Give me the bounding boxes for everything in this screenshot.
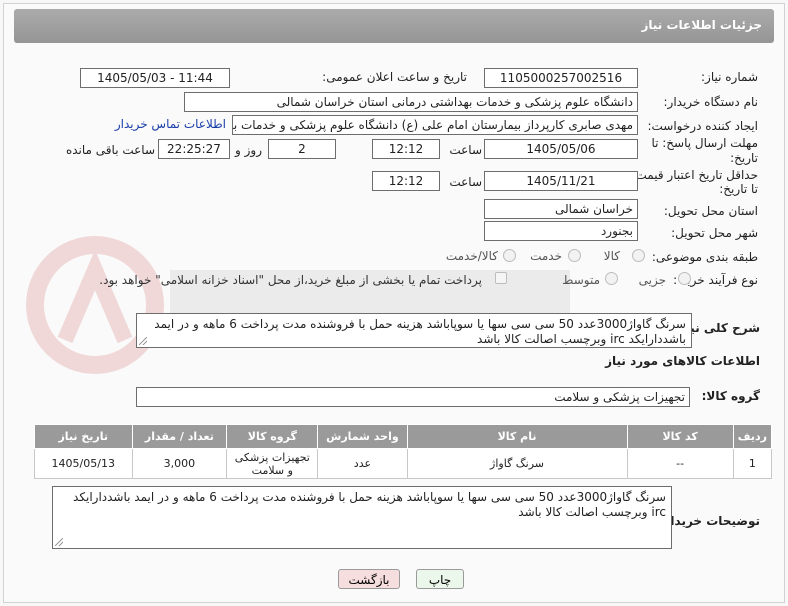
- price-time-field[interactable]: 12:12: [372, 171, 440, 191]
- buyer-org-field[interactable]: دانشگاه علوم پزشکی و خدمات بهداشتی درمان…: [184, 92, 638, 112]
- price-date-field[interactable]: 1405/11/21: [484, 171, 638, 191]
- back-button[interactable]: بازگشت: [338, 569, 400, 589]
- category-radio-goods[interactable]: [632, 249, 645, 262]
- announce-field[interactable]: 1405/05/03 - 11:44: [80, 68, 230, 88]
- resize-handle[interactable]: [139, 337, 147, 345]
- remaining-label: ساعت باقی مانده: [65, 143, 155, 157]
- buyer-notes-label: توضیحات خریدار:: [658, 514, 760, 528]
- deadline-label-date: تاریخ:: [730, 151, 758, 165]
- goods-group-field[interactable]: تجهیزات پزشکی و سلامت: [136, 387, 690, 407]
- col-row: ردیف: [732, 424, 773, 449]
- resize-handle[interactable]: [55, 538, 63, 546]
- province-label: استان محل تحویل:: [663, 204, 758, 218]
- price-time-label: ساعت: [449, 175, 482, 189]
- cell-code: --: [626, 448, 734, 479]
- cell-row: 1: [732, 448, 773, 479]
- print-button[interactable]: چاپ: [416, 569, 464, 589]
- process-option-medium: متوسط: [562, 273, 600, 287]
- price-validity-label-date: تا تاریخ:: [719, 182, 758, 196]
- category-radio-service[interactable]: [568, 249, 581, 262]
- treasury-checkbox[interactable]: [495, 272, 507, 284]
- deadline-time-label: ساعت: [449, 143, 482, 157]
- cell-date: 1405/05/13: [34, 448, 133, 479]
- contact-buyer-link[interactable]: اطلاعات تماس خریدار: [115, 117, 226, 131]
- need-number-field[interactable]: 1105000257002516: [484, 68, 638, 88]
- process-radio-minor[interactable]: [678, 272, 691, 285]
- city-field[interactable]: بجنورد: [484, 221, 638, 241]
- deadline-date-field[interactable]: 1405/05/06: [484, 139, 638, 159]
- payment-note: پرداخت تمام یا بخشی از مبلغ خرید،از محل …: [99, 273, 482, 287]
- goods-group-label: گروه کالا:: [701, 389, 760, 403]
- cell-unit: عدد: [317, 448, 408, 479]
- description-field[interactable]: سرنگ گاواژ3000عدد 50 سی سی سها یا سوپابا…: [136, 313, 692, 348]
- price-validity-label: حداقل تاریخ اعتبار قیمت:: [631, 168, 758, 182]
- table-header-row: ردیف کد کالا نام کالا واحد شمارش گروه کا…: [34, 424, 773, 449]
- announce-label: تاریخ و ساعت اعلان عمومی:: [322, 70, 467, 84]
- header-bar: جزئیات اطلاعات نیاز: [14, 9, 774, 43]
- buyer-notes-text: سرنگ گاواژ3000عدد 50 سی سی سها یا سوپابا…: [73, 490, 666, 519]
- buyer-org-label: نام دستگاه خریدار:: [663, 95, 759, 109]
- category-radio-both[interactable]: [503, 249, 516, 262]
- category-option-service: خدمت: [530, 249, 562, 263]
- city-label: شهر محل تحویل:: [671, 226, 758, 240]
- table-row[interactable]: 1 -- سرنگ گاواژ عدد تجهیزات پزشکی و سلام…: [34, 448, 773, 479]
- category-option-goods: کالا: [603, 249, 620, 263]
- process-option-minor: جزیی: [638, 273, 666, 287]
- deadline-time-field[interactable]: 12:12: [372, 139, 440, 159]
- cell-qty: 3,000: [131, 448, 228, 479]
- remaining-time-field[interactable]: 22:25:27: [158, 139, 230, 159]
- creator-field[interactable]: مهدی صابری کارپرداز بیمارستان امام علی (…: [232, 115, 638, 135]
- province-field[interactable]: خراسان شمالی: [484, 199, 638, 219]
- goods-section-title: اطلاعات کالاهای مورد نیاز: [605, 354, 760, 368]
- creator-label: ایجاد کننده درخواست:: [647, 119, 758, 133]
- col-unit: واحد شمارش: [317, 424, 408, 449]
- cell-name: سرنگ گاواژ: [406, 448, 628, 479]
- category-option-both: کالا/خدمت: [445, 249, 498, 263]
- description-text: سرنگ گاواژ3000عدد 50 سی سی سها یا سوپابا…: [154, 317, 686, 346]
- buyer-notes-field[interactable]: سرنگ گاواژ3000عدد 50 سی سی سها یا سوپابا…: [52, 486, 672, 549]
- cell-group: تجهیزات پزشکی و سلامت: [226, 448, 319, 479]
- deadline-label: مهلت ارسال پاسخ: تا: [651, 136, 758, 150]
- col-date: تاریخ نیاز: [34, 424, 133, 449]
- days-field[interactable]: 2: [268, 139, 336, 159]
- items-table: ردیف کد کالا نام کالا واحد شمارش گروه کا…: [34, 424, 773, 479]
- col-qty: تعداد / مقدار: [131, 424, 228, 449]
- col-group: گروه کالا: [226, 424, 319, 449]
- need-number-label: شماره نیاز:: [701, 70, 758, 84]
- process-radio-medium[interactable]: [605, 272, 618, 285]
- col-name: نام کالا: [406, 424, 628, 449]
- days-label: روز و: [235, 143, 262, 157]
- col-code: کد کالا: [626, 424, 734, 449]
- page-title: جزئیات اطلاعات نیاز: [641, 18, 762, 32]
- category-label: طبقه بندی موضوعی:: [651, 250, 758, 264]
